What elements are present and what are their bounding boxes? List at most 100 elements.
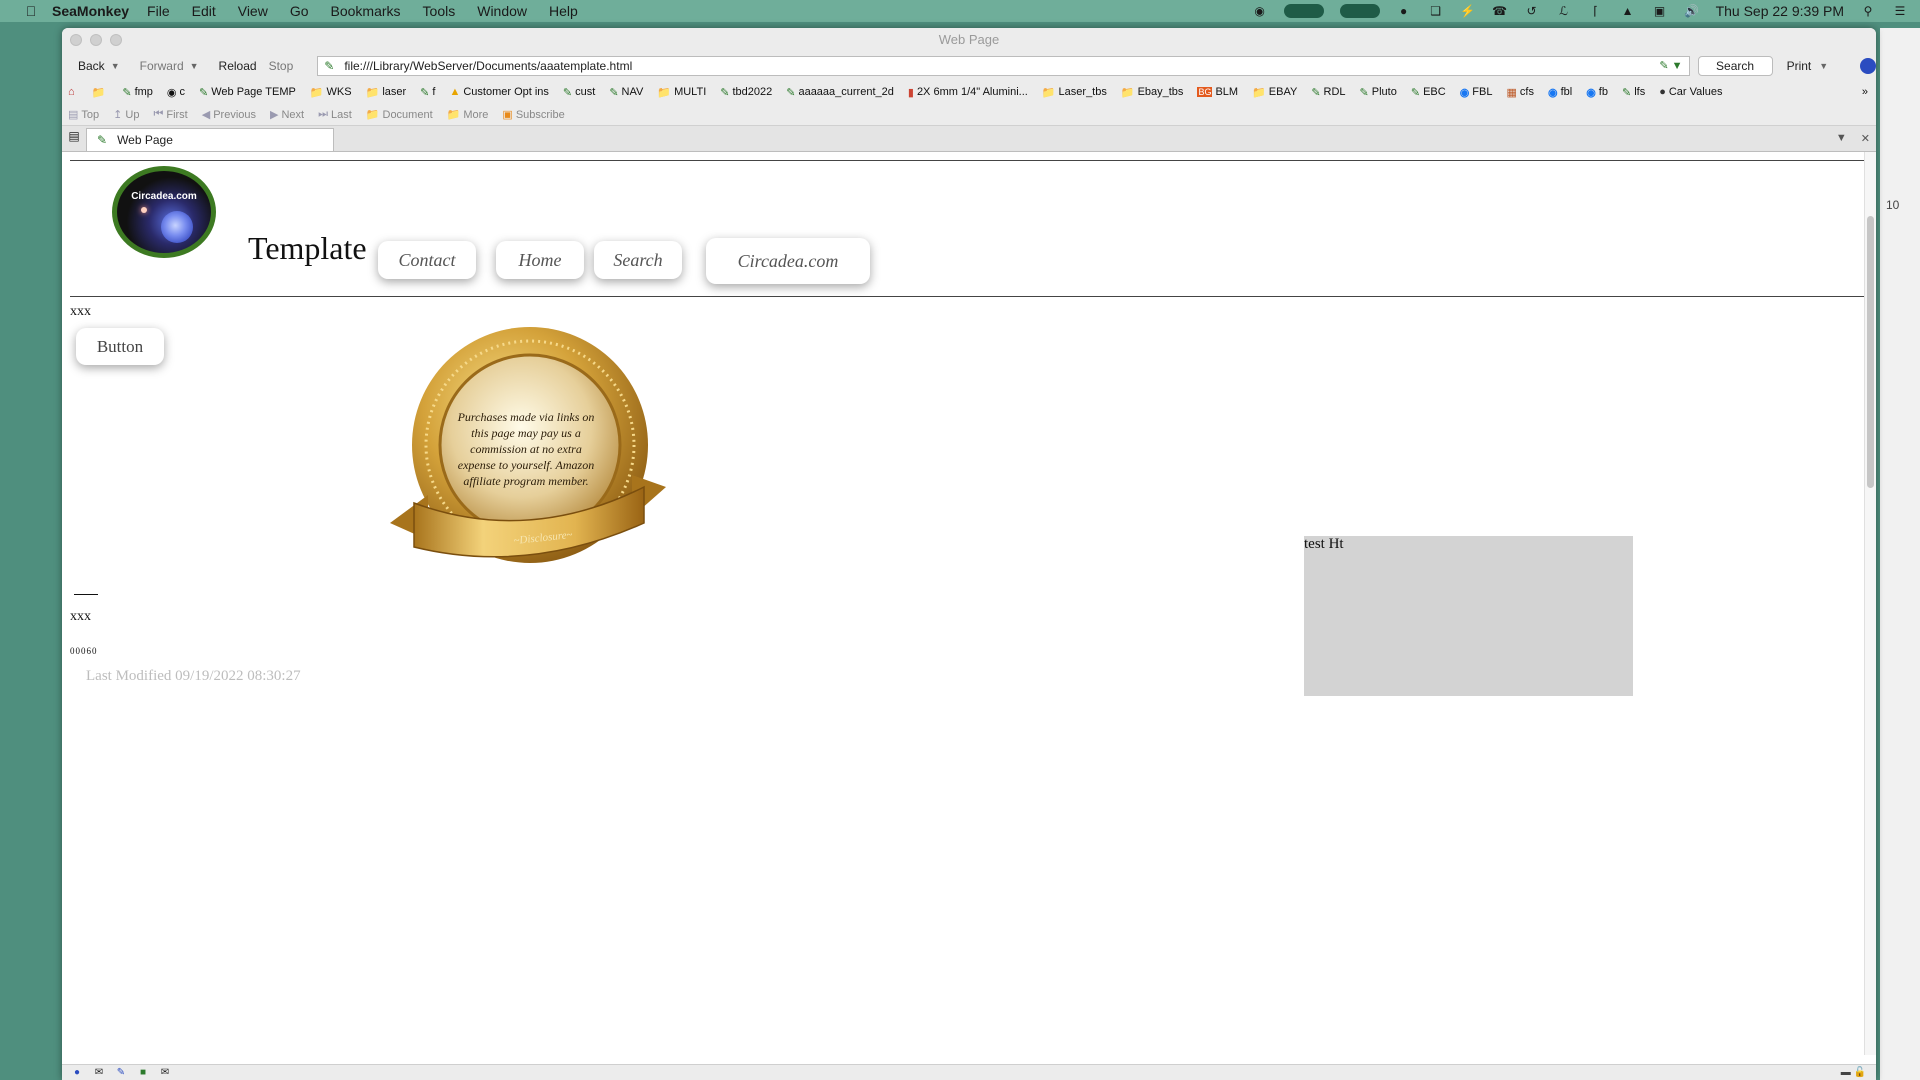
stop-button[interactable]: Stop	[263, 59, 300, 73]
irc-icon[interactable]: ✉	[158, 1067, 172, 1078]
bookmark-item[interactable]: ▮ 2X 6mm 1/4" Alumini...	[908, 86, 1028, 99]
search-button[interactable]: Search	[1697, 56, 1773, 76]
url-bar[interactable]: ✎ file:///Library/WebServer/Documents/aa…	[317, 56, 1690, 76]
sitenav-up[interactable]: ↥ Up	[113, 108, 139, 122]
app-menu[interactable]: SeaMonkey	[52, 3, 129, 19]
sitenav-first[interactable]: ⏮ First	[153, 108, 187, 121]
nav-circadea-button[interactable]: Circadea.com	[706, 238, 870, 284]
addressbook-icon[interactable]: ■	[136, 1067, 150, 1078]
menu-go[interactable]: Go	[290, 3, 309, 19]
forward-button[interactable]: Forward	[134, 59, 190, 73]
sitenav-document[interactable]: 📁 Document	[366, 108, 433, 122]
bookmarks-folder-icon[interactable]: 📁	[92, 86, 109, 99]
bookmark-item[interactable]: ✎ tbd2022	[720, 86, 772, 99]
bookmark-folder[interactable]: 📁 laser	[366, 86, 407, 99]
vertical-scrollbar[interactable]	[1864, 152, 1876, 1055]
menu-file[interactable]: File	[147, 3, 170, 19]
tab-web-page[interactable]: ✎ Web Page	[86, 128, 334, 151]
bookmark-item[interactable]: ✎ cust	[563, 86, 595, 99]
bookmarks-overflow-icon[interactable]: »	[1862, 86, 1868, 98]
print-dropdown-icon[interactable]: ▼	[1819, 61, 1828, 71]
phone-icon[interactable]: ☎	[1492, 4, 1508, 18]
volume-icon[interactable]: 🔊	[1684, 4, 1700, 18]
url-dropdown-icon[interactable]: ✎ ▼	[1659, 59, 1682, 72]
sitenav-last[interactable]: ⏭ Last	[318, 108, 352, 121]
bookmark-folder[interactable]: 📁 Laser_tbs	[1042, 86, 1107, 99]
nav-contact-button[interactable]: Contact	[378, 241, 476, 279]
sitenav-more[interactable]: 📁 More	[447, 108, 489, 122]
bookmark-item[interactable]: ✎ aaaaaa_current_2d	[786, 86, 894, 99]
bookmark-item[interactable]: ▲ Customer Opt ins	[449, 86, 548, 98]
composer-icon[interactable]: ✎	[114, 1067, 128, 1078]
nav-home-button[interactable]: Home	[496, 241, 584, 279]
site-logo[interactable]: Circadea.com	[112, 166, 216, 258]
reload-button[interactable]: Reload	[213, 59, 263, 73]
menu-help[interactable]: Help	[549, 3, 578, 19]
toggle-icon[interactable]	[1339, 4, 1380, 18]
bookmark-item[interactable]: ✎ Web Page TEMP	[199, 86, 296, 99]
bookmark-item[interactable]: ✎ EBC	[1411, 86, 1446, 99]
bookmark-label: Web Page TEMP	[211, 86, 296, 98]
bookmark-item[interactable]: ✎ RDL	[1311, 86, 1345, 99]
menu-edit[interactable]: Edit	[192, 3, 216, 19]
bookmark-item[interactable]: ✎ lfs	[1622, 86, 1645, 99]
bookmark-item[interactable]: ◉ fbl	[1548, 86, 1572, 99]
menu-window[interactable]: Window	[477, 3, 527, 19]
sitenav-top[interactable]: ▤ Top	[68, 108, 99, 122]
wifi-icon[interactable]: ⌈	[1588, 4, 1604, 18]
bookmark-folder[interactable]: 📁 WKS	[310, 86, 352, 99]
lock-icon[interactable]: ●	[1396, 4, 1412, 18]
bookmark-item[interactable]: ✎ NAV	[609, 86, 643, 99]
bookmark-item[interactable]: ◉ fb	[1586, 86, 1608, 99]
zoom-window-button[interactable]	[110, 34, 122, 46]
menu-view[interactable]: View	[238, 3, 268, 19]
sitenav-previous[interactable]: ◀ Previous	[202, 108, 256, 122]
back-button[interactable]: Back	[72, 59, 111, 73]
apple-icon[interactable]: 	[20, 3, 42, 19]
tab-list-icon[interactable]: ▤	[64, 129, 84, 149]
bookmark-label: tbd2022	[732, 86, 773, 98]
bookmark-label: cfs	[1519, 86, 1534, 98]
bookmark-item[interactable]: ◉ c	[167, 86, 185, 99]
menu-bookmarks[interactable]: Bookmarks	[331, 3, 401, 19]
scrollbar-thumb[interactable]	[1867, 216, 1874, 488]
display-icon[interactable]: ▣	[1652, 4, 1668, 18]
bookmark-item[interactable]: ✎ fmp	[122, 86, 153, 99]
bookmark-folder[interactable]: 📁 EBAY	[1252, 86, 1297, 99]
bookmark-item[interactable]: ● Car Values	[1659, 86, 1722, 98]
toggle-icon[interactable]	[1283, 4, 1324, 18]
forward-dropdown-icon[interactable]: ▼	[190, 61, 199, 71]
mail-icon[interactable]: ✉	[92, 1067, 106, 1078]
url-text[interactable]: file:///Library/WebServer/Documents/aaat…	[344, 59, 632, 73]
close-window-button[interactable]	[70, 34, 82, 46]
bookmark-item[interactable]: ◉ FBL	[1460, 86, 1493, 99]
spotlight-icon[interactable]: ⚲	[1860, 4, 1876, 18]
home-icon[interactable]: ⌂	[68, 86, 78, 98]
security-icon[interactable]: ▬ 🔓	[1841, 1067, 1866, 1078]
bookmark-folder[interactable]: 📁 Ebay_tbs	[1121, 86, 1184, 99]
notification-icon[interactable]: ◉	[1252, 4, 1268, 18]
clock[interactable]: Thu Sep 22 9:39 PM	[1716, 3, 1844, 19]
back-dropdown-icon[interactable]: ▼	[111, 61, 120, 71]
nav-search-button[interactable]: Search	[594, 241, 682, 279]
control-center-icon[interactable]: ☰	[1892, 4, 1908, 18]
minimize-window-button[interactable]	[90, 34, 102, 46]
bookmark-folder[interactable]: 📁 MULTI	[657, 86, 706, 99]
sitenav-subscribe[interactable]: ▣ Subscribe	[502, 108, 564, 122]
airplay-icon[interactable]: ▲	[1620, 4, 1636, 18]
tab-dropdown-icon[interactable]: ▼	[1836, 132, 1847, 145]
bolt-icon[interactable]: ⚡	[1460, 4, 1476, 18]
print-button[interactable]: Print	[1787, 59, 1812, 73]
page-button[interactable]: Button	[76, 328, 164, 365]
bookmark-item[interactable]: ▦ cfs	[1506, 86, 1533, 99]
bookmark-item[interactable]: ✎ f	[420, 86, 435, 99]
sitenav-next[interactable]: ▶ Next	[270, 108, 304, 122]
time-machine-icon[interactable]: ↺	[1524, 4, 1540, 18]
bookmark-item[interactable]: ✎ Pluto	[1360, 86, 1397, 99]
windows-icon[interactable]: ❑	[1428, 4, 1444, 18]
menu-tools[interactable]: Tools	[423, 3, 456, 19]
browser-icon[interactable]: ●	[70, 1067, 84, 1078]
bookmark-item[interactable]: BG BLM	[1197, 86, 1238, 98]
bluetooth-icon[interactable]: ℒ	[1556, 4, 1572, 18]
close-tab-icon[interactable]: ✕	[1861, 132, 1870, 145]
